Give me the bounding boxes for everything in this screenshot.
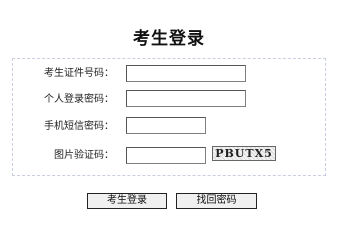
sms-password-label: 手机短信密码： xyxy=(44,121,114,132)
captcha-input[interactable] xyxy=(126,147,206,164)
captcha-label: 图片验证码： xyxy=(54,150,114,161)
captcha-image[interactable]: PBUTX5 xyxy=(212,146,276,161)
exam-id-input[interactable] xyxy=(126,65,246,82)
page-title: 考生登录 xyxy=(133,29,205,49)
recover-password-button[interactable]: 找回密码 xyxy=(176,193,257,209)
login-button[interactable]: 考生登录 xyxy=(87,193,167,209)
password-input[interactable] xyxy=(126,90,246,107)
exam-id-label: 考生证件号码： xyxy=(44,68,114,79)
sms-password-input[interactable] xyxy=(126,117,206,134)
password-label: 个人登录密码： xyxy=(44,94,114,105)
